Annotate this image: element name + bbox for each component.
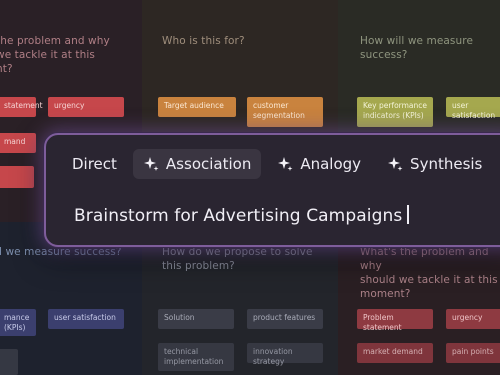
section-question-line: this problem? <box>162 260 235 272</box>
tab-label: Association <box>165 155 252 173</box>
sticky-note[interactable]: mand <box>0 133 36 153</box>
sticky-note[interactable]: Key performance indicators (KPIs) <box>357 97 433 127</box>
section-question: How will we measure success? <box>360 35 474 61</box>
sticky-note-text: market demand <box>363 347 423 356</box>
sticky-note-text: Problem statement <box>363 313 402 332</box>
sticky-note[interactable]: Solution <box>158 309 234 329</box>
sticky-note-text: statement <box>4 101 43 110</box>
tab-label: Synthesis <box>410 155 483 173</box>
sticky-note-text: pain points <box>452 347 494 356</box>
section-question: ll we measure success? <box>0 246 122 258</box>
section-question: the problem and why we tackle it at this… <box>0 34 128 76</box>
sticky-note-text: user satisfaction <box>54 313 116 322</box>
tab-direct[interactable]: Direct <box>62 149 127 179</box>
prompt-input[interactable]: Brainstorm for Advertising Campaigns <box>74 205 409 226</box>
tab-label: Direct <box>72 155 117 173</box>
tab-synthesis[interactable]: Synthesis <box>377 149 492 179</box>
sticky-note-text: Key performance <box>363 101 428 110</box>
sparkle-icon <box>387 156 403 172</box>
section-question-line: the problem and why <box>0 35 110 47</box>
section-question-line: should we tackle it at this <box>360 274 498 286</box>
sticky-note-text: technical <box>164 347 199 356</box>
sticky-note-text: product features <box>253 313 316 322</box>
sticky-note[interactable]: customer segmentation <box>247 97 323 127</box>
section-question-line: moment? <box>360 288 411 300</box>
sticky-note[interactable]: urgency <box>446 309 500 329</box>
sticky-note-text: user satisfaction <box>452 101 496 120</box>
section-question-line: What's the problem and why <box>360 246 489 272</box>
sticky-note[interactable]: product features <box>247 309 323 329</box>
sticky-note[interactable]: statement <box>0 97 43 117</box>
prompt-text: Brainstorm for Advertising Campaigns <box>74 206 403 226</box>
sticky-note[interactable]: Target audience <box>158 97 236 117</box>
sticky-note[interactable]: innovation strategy <box>247 343 323 366</box>
sticky-note[interactable]: market demand <box>357 343 433 363</box>
mode-tabs: Direct Association Analogy Synthesis <box>62 149 498 179</box>
sticky-note-text: urgency <box>54 101 85 110</box>
section-question-line: nt? <box>0 63 13 75</box>
sticky-note[interactable] <box>0 166 34 188</box>
sticky-note[interactable]: urgency <box>48 97 124 117</box>
sticky-note-text: (KPIs) <box>4 323 26 332</box>
sticky-note-text: urgency <box>452 313 483 322</box>
section-question-line: How do we propose to solve <box>162 246 313 258</box>
sticky-note[interactable]: technical implementation <box>158 343 234 371</box>
sticky-note-text: segmentation <box>253 111 305 120</box>
sticky-note-text: Target audience <box>164 101 224 110</box>
sticky-note[interactable]: Problem statement <box>357 309 433 332</box>
sticky-note-text: customer <box>253 101 289 110</box>
section-question: Who is this for? <box>162 35 245 47</box>
sticky-note-text: mand <box>4 137 26 146</box>
section-question-line: we tackle it at this <box>0 49 95 61</box>
ai-prompt-panel: Direct Association Analogy Synthesis Bra… <box>44 133 500 247</box>
sparkle-icon <box>143 156 159 172</box>
section-question: What's the problem and why should we tac… <box>360 245 500 301</box>
sticky-note-text: mance <box>4 313 30 322</box>
text-cursor <box>407 205 409 224</box>
tab-association[interactable]: Association <box>132 149 262 179</box>
tab-label: Analogy <box>300 155 362 173</box>
sticky-note[interactable]: mance (KPIs) <box>0 309 36 336</box>
sticky-note[interactable]: user satisfaction <box>446 97 500 120</box>
sparkle-icon <box>277 156 293 172</box>
tab-analogy[interactable]: Analogy <box>267 149 371 179</box>
sticky-note[interactable] <box>0 349 18 375</box>
sticky-note[interactable]: pain points <box>446 343 500 363</box>
section-question: How do we propose to solve this problem? <box>162 245 332 273</box>
sticky-note[interactable]: user satisfaction <box>48 309 124 329</box>
sticky-note-text: implementation <box>164 357 224 366</box>
sticky-note-text: Solution <box>164 313 195 322</box>
sticky-note-text: indicators (KPIs) <box>363 111 424 120</box>
